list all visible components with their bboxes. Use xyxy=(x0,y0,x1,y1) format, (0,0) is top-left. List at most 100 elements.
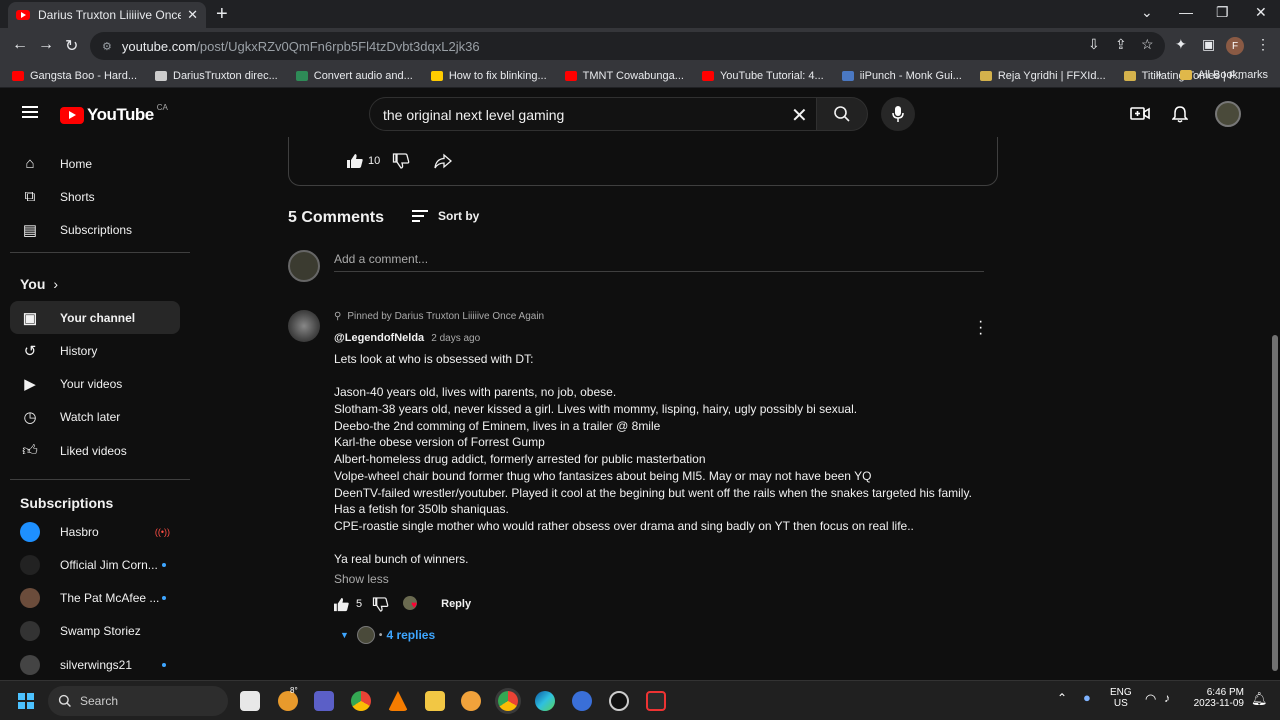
chrome-profile-icon[interactable] xyxy=(498,691,518,711)
sort-by-button[interactable]: Sort by xyxy=(412,209,479,223)
show-less-button[interactable]: Show less xyxy=(334,572,389,586)
volume-icon[interactable]: ♪ xyxy=(1164,691,1170,705)
comment-dislike-button[interactable] xyxy=(372,596,389,612)
share-icon[interactable]: ⇪ xyxy=(1115,36,1127,53)
view-replies-button[interactable]: ▼ • 4 replies xyxy=(340,626,435,644)
youtube-logo[interactable]: YouTube CA xyxy=(60,103,168,125)
comment-line: Has a fetish for 350lb shaniquas. xyxy=(334,502,509,517)
browser-menu-icon[interactable]: ⋮ xyxy=(1256,36,1270,53)
back-arrow-icon[interactable]: ← xyxy=(12,36,28,54)
sidebar-item-label: Liked videos xyxy=(60,443,127,458)
search-input[interactable]: the original next level gaming xyxy=(369,97,817,131)
browser-tab[interactable]: Darius Truxton Liiiiive Once Again ✕ xyxy=(8,2,206,28)
edge-icon[interactable] xyxy=(535,691,555,711)
comment-author[interactable]: @LegendofNelda xyxy=(334,332,424,344)
extensions-icon[interactable]: ✦ xyxy=(1175,36,1187,53)
teams-chat-icon[interactable] xyxy=(314,691,334,711)
sidebar-item-watch-later[interactable]: ◷ Watch later xyxy=(10,401,180,434)
bookmark-item[interactable]: Convert audio and... xyxy=(295,70,413,82)
bookmark-item[interactable]: YouTube Tutorial: 4... xyxy=(701,70,824,82)
notifications-bell-icon[interactable] xyxy=(1171,105,1189,128)
sidebar-item-your-channel[interactable]: ▣ Your channel xyxy=(10,301,180,334)
comment-time[interactable]: 2 days ago xyxy=(431,333,480,344)
subscription-item[interactable]: silverwings21 xyxy=(10,648,180,681)
sidebar-item-your-videos[interactable]: ▶ Your videos xyxy=(10,368,180,401)
more-bookmarks-chevron-icon[interactable]: » xyxy=(1156,69,1162,81)
page-scrollbar[interactable] xyxy=(1270,89,1280,680)
sidebar-item-liked-videos[interactable]: 👍︎ Liked videos xyxy=(10,434,180,467)
search-button[interactable] xyxy=(816,97,868,131)
show-hidden-icons-chevron-icon[interactable]: ⌃ xyxy=(1057,691,1067,705)
bookmark-item[interactable]: DariusTruxton direc... xyxy=(155,70,278,82)
close-tab-icon[interactable]: ✕ xyxy=(187,7,198,23)
bookmark-item[interactable]: TMNT Cowabunga... xyxy=(564,70,684,82)
bookmark-item[interactable]: How to fix blinking... xyxy=(430,70,547,82)
task-view-icon[interactable] xyxy=(240,691,260,711)
you-heading-label: You xyxy=(20,276,46,292)
sidebar-item-home[interactable]: ⌂ Home xyxy=(10,147,180,180)
comment-like-count: 5 xyxy=(356,598,363,610)
menu-hamburger-icon[interactable] xyxy=(22,106,38,118)
voice-search-button[interactable] xyxy=(881,97,915,131)
comment-more-icon[interactable]: · · · xyxy=(978,314,983,342)
obs-icon[interactable] xyxy=(609,691,629,711)
you-section-heading[interactable]: You › xyxy=(20,276,58,292)
post-dislike-button[interactable] xyxy=(392,153,410,169)
side-panel-icon[interactable]: ▣ xyxy=(1202,36,1215,53)
all-bookmarks-link[interactable]: All Bookmarks xyxy=(1198,69,1268,81)
channel-avatar xyxy=(20,554,40,575)
maximize-button[interactable]: ❐ xyxy=(1216,4,1229,21)
account-avatar[interactable] xyxy=(1215,101,1241,127)
bookmark-favicon-icon xyxy=(295,70,308,81)
subscription-item[interactable]: Hasbro ((•)) xyxy=(10,515,180,548)
subscription-item[interactable]: Official Jim Corn... xyxy=(10,548,180,581)
globe-app-icon[interactable] xyxy=(572,691,592,711)
share-arrow-icon xyxy=(434,153,453,169)
bookmark-item[interactable]: Reja Ygridhi | FFXId... xyxy=(979,70,1106,82)
commenter-avatar[interactable] xyxy=(288,310,320,342)
subscription-item[interactable]: The Pat McAfee ... xyxy=(10,582,180,615)
sidebar-item-subscriptions[interactable]: ▤ Subscriptions xyxy=(10,214,180,247)
media-player-icon[interactable] xyxy=(461,691,481,711)
site-info-icon[interactable]: ⚙ xyxy=(102,40,112,53)
taskbar-search[interactable]: Search xyxy=(48,686,228,716)
create-video-icon[interactable] xyxy=(1130,105,1150,126)
language-indicator[interactable]: ENG US xyxy=(1110,687,1132,709)
close-window-button[interactable]: ✕ xyxy=(1255,4,1267,21)
wifi-icon[interactable]: ◠ xyxy=(1145,691,1156,707)
clear-search-icon[interactable]: ✕ xyxy=(791,103,808,128)
bookmark-item[interactable]: iiPunch - Monk Gui... xyxy=(841,69,962,82)
post-like-button[interactable] xyxy=(346,153,364,169)
comment-like-button[interactable] xyxy=(333,597,350,612)
vlc-icon[interactable] xyxy=(388,691,408,711)
comments-count-heading: 5 Comments xyxy=(288,209,385,226)
new-tab-button[interactable]: + xyxy=(216,3,228,26)
thumbs-down-icon xyxy=(393,153,410,169)
windows-start-icon[interactable] xyxy=(18,693,34,709)
post-share-button[interactable] xyxy=(434,153,453,169)
sidebar-item-shorts[interactable]: ⧉ Shorts xyxy=(10,180,180,213)
subscription-item[interactable]: Swamp Storiez xyxy=(10,615,180,648)
chrome-icon[interactable] xyxy=(351,691,371,711)
microphone-icon[interactable]: ● xyxy=(1083,690,1091,705)
bookmark-label: iiPunch - Monk Gui... xyxy=(859,69,962,82)
add-comment-input[interactable]: Add a comment... xyxy=(334,252,984,272)
bookmark-star-icon[interactable]: ☆ xyxy=(1141,36,1154,53)
taskbar-clock[interactable]: 6:46 PM 2023-11-09 xyxy=(1190,687,1244,709)
minimize-button[interactable]: — xyxy=(1179,4,1193,20)
bookmark-item[interactable]: Gangsta Boo - Hard... xyxy=(12,70,137,82)
shorts-icon: ⧉ xyxy=(24,188,36,206)
forward-arrow-icon[interactable]: → xyxy=(38,36,54,54)
app-icon[interactable] xyxy=(646,691,666,711)
scrollbar-thumb[interactable] xyxy=(1272,335,1278,671)
file-explorer-icon[interactable] xyxy=(425,691,445,711)
address-bar[interactable]: ⚙ youtube.com/post/UgkxRZv0QmFn6rpb5Fl4t… xyxy=(90,32,1165,60)
profile-avatar[interactable]: F xyxy=(1226,37,1244,55)
reply-button[interactable]: Reply xyxy=(441,598,471,610)
reload-icon[interactable]: ↻ xyxy=(65,36,78,56)
install-app-icon[interactable]: ⇩ xyxy=(1088,36,1100,53)
notifications-icon[interactable]: 🔔︎ xyxy=(1251,691,1268,707)
pinned-by-text: Pinned by Darius Truxton Liiiiive Once A… xyxy=(347,311,545,322)
tab-search-chevron-icon[interactable]: ⌄ xyxy=(1141,4,1153,21)
sidebar-item-history[interactable]: ↺ History xyxy=(10,334,180,367)
